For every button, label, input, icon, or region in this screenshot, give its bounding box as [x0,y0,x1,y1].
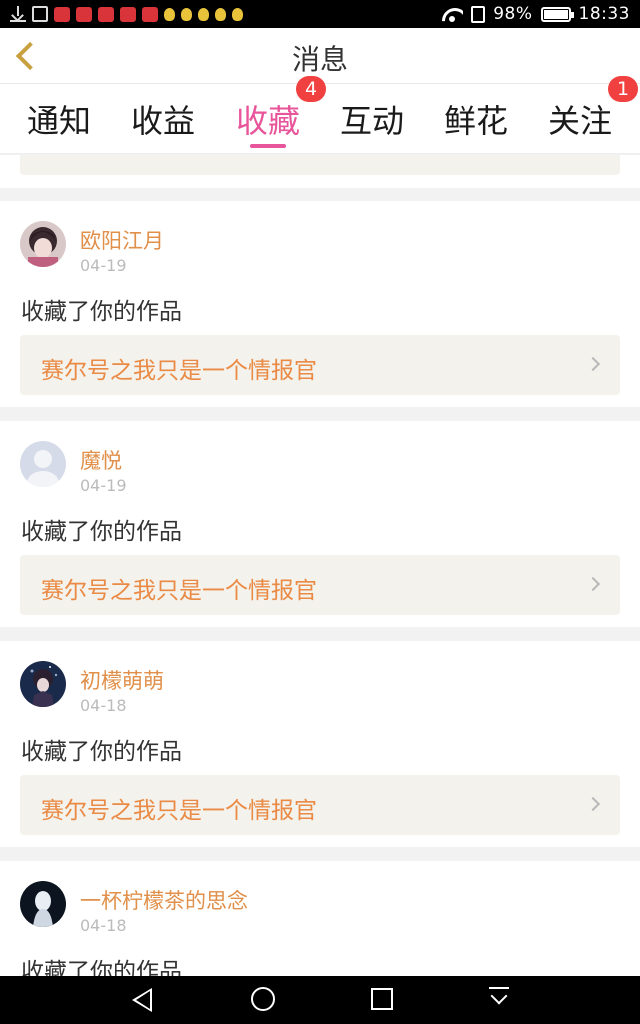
wifi-icon [441,6,463,22]
tab-earnings[interactable]: 收益 [118,96,208,142]
list-item: 魔悦 04-19 收藏了你的作品 赛尔号之我只是一个情报官 [0,421,640,627]
list-item: 欧阳江月 04-19 收藏了你的作品 赛尔号之我只是一个情报官 [0,201,640,407]
dark-anime-avatar-icon [20,661,66,707]
default-user-avatar-icon [20,441,66,487]
notification-icons [10,6,243,22]
username[interactable]: 一杯柠檬茶的思念 [80,885,248,915]
action-text: 收藏了你的作品 [21,299,182,325]
username[interactable]: 欧阳江月 [80,225,164,255]
work-link[interactable] [20,155,620,175]
work-link[interactable]: 赛尔号之我只是一个情报官 [20,775,620,835]
bulb-icon [198,7,209,21]
user-avatar[interactable] [20,221,66,267]
chevron-right-icon [585,356,601,372]
page-title: 消息 [291,43,348,76]
clock: 18:33 [578,4,630,24]
username[interactable]: 魔悦 [80,445,122,475]
list-item [0,155,640,188]
date: 04-19 [80,256,127,275]
nav-recent-apps-icon[interactable] [351,984,411,1016]
tab-follows[interactable]: 关注 [535,96,625,142]
action-text: 收藏了你的作品 [21,519,182,545]
work-link[interactable]: 赛尔号之我只是一个情报官 [20,555,620,615]
gift-icon [98,6,114,22]
user-avatar[interactable] [20,881,66,927]
user-avatar[interactable] [20,661,66,707]
chevron-right-icon [585,576,601,592]
battery-percent: 98% [493,4,533,24]
tab-flowers[interactable]: 鲜花 [431,96,521,142]
white-figure-avatar-icon [20,881,66,927]
gift-icon [54,6,70,22]
bulb-icon [215,7,226,21]
tab-notifications[interactable]: 通知 [14,96,104,142]
header: 消息 [0,28,640,84]
work-title: 赛尔号之我只是一个情报官 [41,798,317,824]
battery-icon [540,6,574,22]
tab-interactions[interactable]: 互动 [327,96,417,142]
chevron-right-icon [585,796,601,812]
date: 04-18 [80,916,127,935]
download-icon [10,6,26,22]
sim-icon [471,5,486,23]
nav-back-icon[interactable] [114,984,174,1016]
status-bar: 98% 18:33 [0,0,640,28]
work-title: 赛尔号之我只是一个情报官 [41,358,317,384]
follows-badge: 1 [608,76,638,102]
gift-icon [142,6,158,22]
date: 04-18 [80,696,127,715]
gift-icon [120,6,136,22]
action-text: 收藏了你的作品 [21,959,182,976]
action-text: 收藏了你的作品 [21,739,182,765]
username[interactable]: 初檬萌萌 [80,665,164,695]
tab-bar: 通知 收益 收藏 4 互动 鲜花 关注 1 [0,76,640,154]
list-item: 一杯柠檬茶的思念 04-18 收藏了你的作品 [0,861,640,976]
message-list[interactable]: 欧阳江月 04-19 收藏了你的作品 赛尔号之我只是一个情报官 魔悦 04-19… [0,155,640,976]
tab-favorites[interactable]: 收藏 [223,96,313,142]
user-avatar[interactable] [20,441,66,487]
nav-notification-down-icon[interactable] [469,984,529,1016]
bulb-icon [232,7,243,21]
bulb-icon [181,7,192,21]
gift-icon [76,6,92,22]
work-title: 赛尔号之我只是一个情报官 [41,578,317,604]
date: 04-19 [80,476,127,495]
nav-home-icon[interactable] [233,984,293,1016]
active-tab-indicator [250,144,286,148]
system-nav-bar [0,976,640,1024]
list-item: 初檬萌萌 04-18 收藏了你的作品 赛尔号之我只是一个情报官 [0,641,640,847]
anime-girl-avatar-icon [20,221,66,267]
image-icon [32,6,48,22]
favorites-badge: 4 [296,76,326,102]
bulb-icon [164,7,175,21]
work-link[interactable]: 赛尔号之我只是一个情报官 [20,335,620,395]
